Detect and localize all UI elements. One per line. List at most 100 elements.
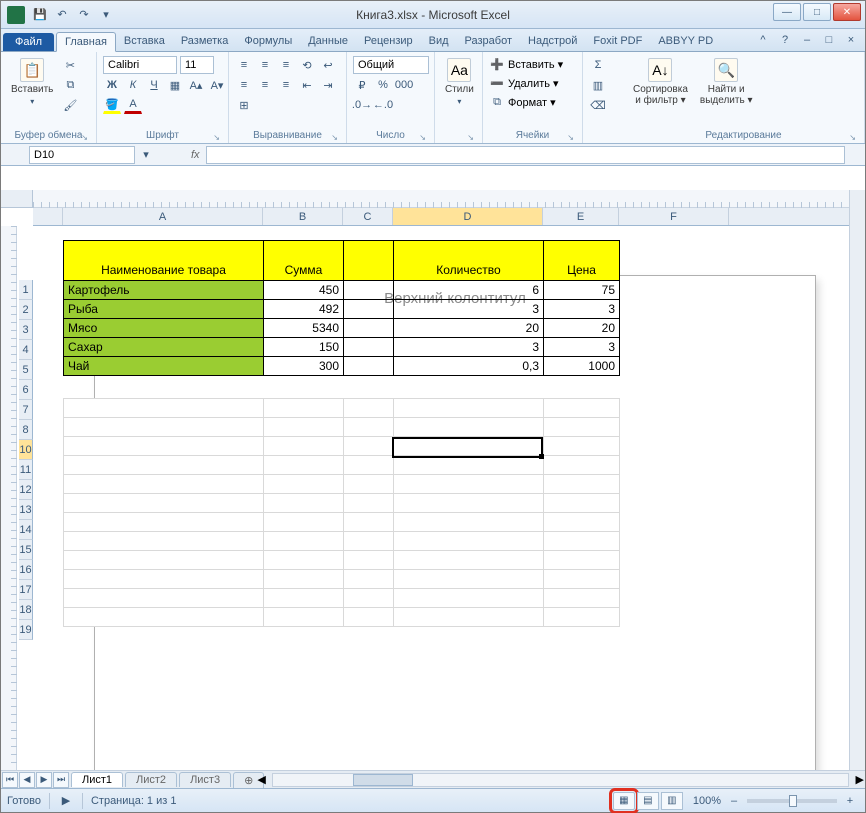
row-header-1[interactable]: 1: [19, 280, 33, 300]
column-header-F[interactable]: F: [619, 208, 729, 225]
cell[interactable]: 20: [544, 319, 620, 338]
comma-icon[interactable]: 000: [395, 76, 413, 94]
cell[interactable]: [64, 532, 264, 551]
cell[interactable]: [344, 513, 394, 532]
cell[interactable]: 150: [264, 338, 344, 357]
table-header[interactable]: Количество: [394, 241, 544, 281]
grow-font-icon[interactable]: A▴: [187, 76, 205, 94]
cell[interactable]: [544, 399, 620, 418]
cell[interactable]: [344, 494, 394, 513]
save-icon[interactable]: 💾: [31, 6, 49, 24]
sheet-nav-button[interactable]: ⏮: [2, 772, 18, 788]
view-page-break-button[interactable]: ▥: [661, 792, 683, 810]
indent-increase-icon[interactable]: ⇥: [319, 76, 337, 94]
cell[interactable]: [344, 319, 394, 338]
cell[interactable]: [544, 494, 620, 513]
cell[interactable]: [264, 532, 344, 551]
delete-button[interactable]: ➖Удалить ▾: [489, 75, 559, 91]
cell[interactable]: [64, 608, 264, 627]
row-header-18[interactable]: 18: [19, 600, 33, 620]
align-bottom-icon[interactable]: ≡: [277, 56, 295, 74]
horizontal-scrollbar[interactable]: ◀ ▶: [272, 773, 849, 787]
column-header-blank[interactable]: [33, 208, 63, 225]
sheet-tab[interactable]: Лист2: [125, 772, 177, 787]
zoom-in-button[interactable]: +: [841, 792, 859, 810]
align-left-icon[interactable]: ≡: [235, 76, 253, 94]
row-header-3[interactable]: 3: [19, 320, 33, 340]
mdi-restore-icon[interactable]: □: [821, 32, 837, 48]
wrap-text-icon[interactable]: ↩: [319, 56, 337, 74]
cell[interactable]: [64, 456, 264, 475]
clear-icon[interactable]: ⌫: [589, 96, 607, 114]
grid[interactable]: Верхний колонтитул Наименование товараСу…: [33, 226, 849, 770]
cell[interactable]: [64, 399, 264, 418]
cell[interactable]: 3: [544, 300, 620, 319]
cell[interactable]: [64, 570, 264, 589]
cell[interactable]: [344, 437, 394, 456]
row-header-12[interactable]: 12: [19, 480, 33, 500]
align-right-icon[interactable]: ≡: [277, 76, 295, 94]
cell[interactable]: [344, 399, 394, 418]
cell[interactable]: [264, 475, 344, 494]
row-header-7[interactable]: 7: [19, 400, 33, 420]
cell[interactable]: 0,3: [394, 357, 544, 376]
name-box[interactable]: D10: [29, 146, 135, 164]
cell[interactable]: [64, 494, 264, 513]
cell[interactable]: [64, 513, 264, 532]
orientation-icon[interactable]: ⟲: [298, 56, 316, 74]
hscroll-right-icon[interactable]: ▶: [856, 773, 864, 786]
cell[interactable]: [394, 608, 544, 627]
tab-разработ[interactable]: Разработ: [457, 32, 520, 51]
cell[interactable]: [544, 570, 620, 589]
cell[interactable]: [344, 338, 394, 357]
align-center-icon[interactable]: ≡: [256, 76, 274, 94]
zoom-level[interactable]: 100%: [693, 795, 721, 807]
cell[interactable]: 20: [394, 319, 544, 338]
format-painter-icon[interactable]: 🖌: [61, 96, 79, 114]
indent-decrease-icon[interactable]: ⇤: [298, 76, 316, 94]
fill-color-icon[interactable]: 🪣: [103, 96, 121, 114]
hscroll-left-icon[interactable]: ◀: [257, 773, 265, 786]
column-header-C[interactable]: C: [343, 208, 393, 225]
cell[interactable]: [64, 437, 264, 456]
cut-icon[interactable]: ✂: [61, 56, 79, 74]
cell[interactable]: [344, 357, 394, 376]
cell[interactable]: [64, 418, 264, 437]
cell[interactable]: [394, 551, 544, 570]
column-header-B[interactable]: B: [263, 208, 343, 225]
sheet-tab[interactable]: Лист1: [71, 772, 123, 787]
cell[interactable]: 75: [544, 281, 620, 300]
cell[interactable]: [544, 456, 620, 475]
column-header-D[interactable]: D: [393, 208, 543, 225]
mdi-minimize-icon[interactable]: –: [799, 32, 815, 48]
cell[interactable]: [394, 399, 544, 418]
tab-вставка[interactable]: Вставка: [116, 32, 173, 51]
cell[interactable]: 1000: [544, 357, 620, 376]
cell[interactable]: [544, 551, 620, 570]
cell[interactable]: [264, 399, 344, 418]
tab-abbyy pd[interactable]: ABBYY PD: [650, 32, 721, 51]
cell[interactable]: [544, 589, 620, 608]
table-header[interactable]: Цена: [544, 241, 620, 281]
cell[interactable]: [544, 437, 620, 456]
paste-button[interactable]: 📋 Вставить ▾: [7, 56, 57, 108]
decrease-decimal-icon[interactable]: ←.0: [374, 96, 392, 114]
row-header-13[interactable]: 13: [19, 500, 33, 520]
fx-icon[interactable]: fx: [185, 149, 206, 161]
tab-foxit pdf[interactable]: Foxit PDF: [585, 32, 650, 51]
cell[interactable]: [544, 608, 620, 627]
close-button[interactable]: ✕: [833, 3, 861, 21]
cell[interactable]: 3: [394, 338, 544, 357]
zoom-slider[interactable]: [747, 799, 837, 803]
formula-input[interactable]: [206, 146, 845, 164]
view-normal-button[interactable]: ▦: [613, 792, 635, 810]
tab-разметка[interactable]: Разметка: [173, 32, 237, 51]
column-header-A[interactable]: A: [63, 208, 263, 225]
cell[interactable]: [394, 532, 544, 551]
cell[interactable]: [344, 589, 394, 608]
cell[interactable]: [344, 418, 394, 437]
selected-cell[interactable]: [392, 437, 543, 458]
fill-icon[interactable]: ▥: [589, 76, 607, 94]
sheet-tab[interactable]: Лист3: [179, 772, 231, 787]
underline-icon[interactable]: Ч: [145, 76, 163, 94]
